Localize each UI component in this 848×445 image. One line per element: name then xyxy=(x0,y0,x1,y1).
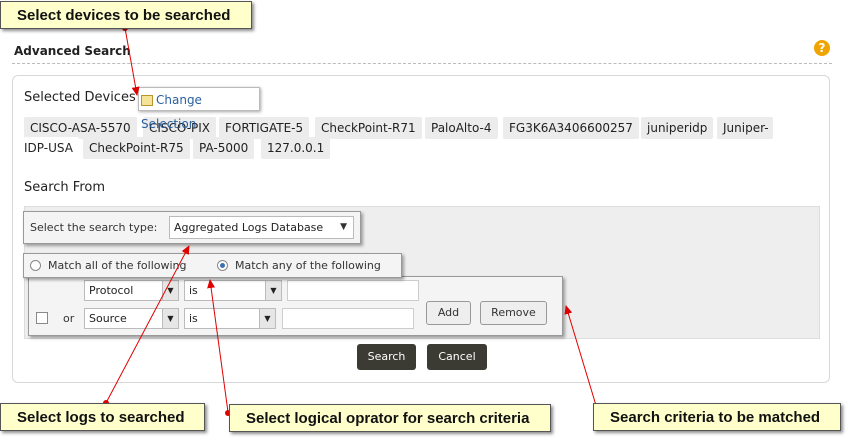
callout-arrows xyxy=(103,25,601,416)
callout-logical-operator: Select logical oprator for search criter… xyxy=(229,404,551,432)
callout-select-logs: Select logs to searched xyxy=(0,403,205,431)
callout-search-criteria: Search criteria to be matched xyxy=(593,403,841,431)
callout-select-devices: Select devices to be searched xyxy=(0,1,252,29)
